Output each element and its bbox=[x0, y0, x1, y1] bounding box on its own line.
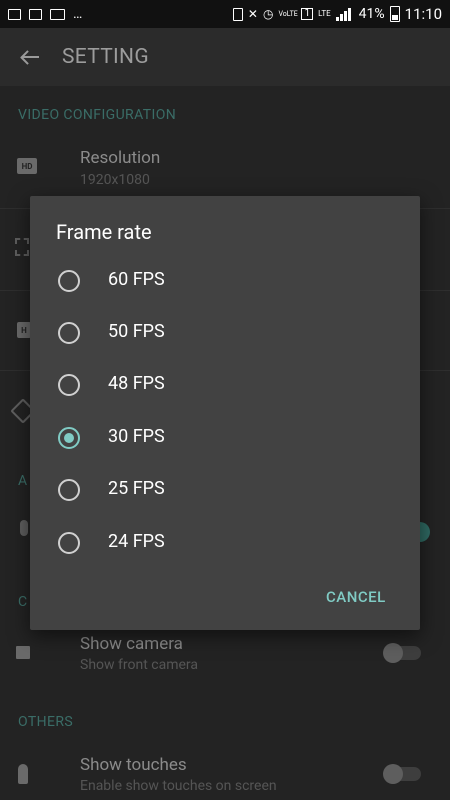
network-type: LTE bbox=[318, 9, 331, 18]
radio-button[interactable] bbox=[58, 270, 80, 292]
show-touches-title[interactable]: Show touches bbox=[80, 755, 187, 775]
show-camera-sub: Show front camera bbox=[80, 657, 198, 673]
battery-icon bbox=[389, 6, 400, 22]
frame-rate-dialog: Frame rate 60 FPS 50 FPS 48 FPS 30 FPS 2… bbox=[30, 196, 420, 630]
section-header-others: OTHERS bbox=[18, 714, 74, 730]
app-bar: SETTING bbox=[0, 28, 450, 86]
page-title: SETTING bbox=[62, 45, 149, 69]
option-label: 30 FPS bbox=[108, 426, 165, 447]
option-24fps[interactable]: 24 FPS bbox=[30, 517, 420, 569]
resolution-title[interactable]: Resolution bbox=[80, 148, 160, 168]
hd-bitrate-icon: H bbox=[17, 322, 31, 338]
option-48fps[interactable]: 48 FPS bbox=[30, 359, 420, 411]
option-30fps[interactable]: 30 FPS bbox=[30, 412, 420, 464]
video-icon bbox=[50, 8, 65, 20]
more-icon: … bbox=[73, 6, 84, 22]
option-label: 48 FPS bbox=[108, 373, 165, 394]
show-touches-toggle[interactable] bbox=[383, 764, 421, 784]
back-arrow-icon[interactable] bbox=[20, 47, 40, 67]
show-camera-toggle[interactable] bbox=[383, 643, 421, 663]
option-label: 25 FPS bbox=[108, 478, 165, 499]
image-icon bbox=[8, 8, 21, 20]
radio-button[interactable] bbox=[58, 532, 80, 554]
radio-button-checked[interactable] bbox=[58, 427, 80, 449]
show-camera-title[interactable]: Show camera bbox=[80, 634, 183, 654]
option-25fps[interactable]: 25 FPS bbox=[30, 464, 420, 516]
option-label: 50 FPS bbox=[108, 321, 165, 342]
alarm-icon: ◷ bbox=[262, 7, 274, 21]
hd-icon: HD bbox=[17, 158, 37, 174]
status-bar: … ✕ ◷ VoLTE 1 LTE 41% 11:10 bbox=[0, 0, 450, 28]
option-label: 60 FPS bbox=[108, 269, 165, 290]
battery-percent: 41% bbox=[358, 6, 385, 22]
mute-icon: ✕ bbox=[247, 7, 258, 21]
radio-button[interactable] bbox=[58, 322, 80, 344]
signal-icon bbox=[335, 7, 354, 21]
section-header-audio: A bbox=[18, 473, 28, 489]
app-notification-icon bbox=[29, 8, 42, 20]
clock: 11:10 bbox=[404, 5, 442, 23]
option-50fps[interactable]: 50 FPS bbox=[30, 307, 420, 359]
sim-indicator: 1 bbox=[301, 8, 314, 20]
camera-icon bbox=[16, 646, 30, 659]
volte-label: VoLTE bbox=[278, 10, 298, 18]
radio-button[interactable] bbox=[58, 479, 80, 501]
cancel-button[interactable]: CANCEL bbox=[326, 588, 386, 606]
section-header-video: VIDEO CONFIGURATION bbox=[18, 107, 177, 123]
option-label: 24 FPS bbox=[108, 531, 165, 552]
show-touches-sub: Enable show touches on screen bbox=[80, 778, 277, 794]
frame-icon bbox=[15, 238, 29, 256]
option-60fps[interactable]: 60 FPS bbox=[30, 255, 420, 307]
microphone-icon bbox=[20, 520, 28, 536]
nfc-icon bbox=[232, 7, 243, 21]
dialog-title: Frame rate bbox=[56, 220, 152, 244]
section-header-camera: C bbox=[18, 594, 28, 610]
radio-button[interactable] bbox=[58, 374, 80, 396]
touch-icon bbox=[18, 764, 28, 784]
resolution-value: 1920x1080 bbox=[80, 172, 150, 188]
